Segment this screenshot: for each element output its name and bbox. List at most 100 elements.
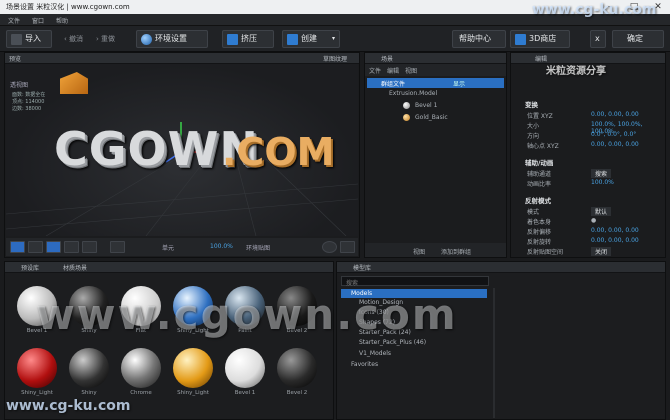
scene-item-group-badge: 显示 bbox=[453, 81, 466, 88]
scene-footer: 视图 添加到群组 bbox=[365, 243, 506, 257]
vertices-label: 顶点 bbox=[12, 99, 23, 105]
menu-window[interactable]: 窗口 bbox=[32, 16, 44, 25]
env-map-toggle[interactable]: 环境贴图 bbox=[246, 243, 270, 252]
environment-button[interactable]: 环境设置 bbox=[136, 30, 208, 48]
extrude-button[interactable]: 挤压 bbox=[222, 30, 274, 48]
position-value[interactable]: 0.00, 0.00, 0.00 bbox=[591, 111, 639, 118]
viewport-toolbar: 单元 100.0% 环境贴图 bbox=[6, 238, 358, 256]
scale-icon[interactable] bbox=[82, 241, 97, 253]
unit-select[interactable]: 单元 bbox=[162, 243, 174, 252]
scene-item-gold[interactable]: Gold_Basic bbox=[367, 113, 504, 123]
scene-panel: 场景 文件 编辑 视图 群组文件 显示 Extrusion.Model Beve… bbox=[364, 52, 507, 258]
folder-icon bbox=[11, 34, 22, 45]
toolbar: 导入 ‹ 撤消 › 重做 环境设置 挤压 创建 ▾ 帮助中心 3D商店 x 确定 bbox=[0, 26, 670, 52]
redo-label: 重做 bbox=[101, 35, 116, 43]
view-mode-select[interactable]: 透视图 bbox=[10, 80, 28, 89]
redo-button[interactable]: › 重做 bbox=[96, 34, 115, 44]
import-label: 导入 bbox=[25, 34, 41, 43]
scene-item-bevel[interactable]: Bevel 1 bbox=[367, 101, 504, 111]
reflect-offset-value[interactable]: 0.00, 0.00, 0.00 bbox=[591, 227, 639, 234]
preset-library-panel: 预设库 材质场景 Bevel 1 Shiny Flat Shiny_Light Pain… bbox=[4, 261, 334, 420]
add-to-group-button[interactable]: 添加到群组 bbox=[441, 247, 471, 256]
ok-label: 确定 bbox=[627, 34, 643, 43]
scene-tab[interactable]: 场景 bbox=[381, 54, 393, 63]
menu-file[interactable]: 文件 bbox=[8, 16, 20, 25]
scene-item-gold-label: Gold_Basic bbox=[415, 114, 448, 121]
tab-material-scene[interactable]: 材质场景 bbox=[63, 263, 87, 272]
select-arrow-icon[interactable] bbox=[28, 241, 43, 253]
library-header: 预设库 材质场景 bbox=[5, 262, 333, 273]
models-search-input[interactable]: 搜索 bbox=[341, 276, 489, 287]
scene-item-extrusion[interactable]: Extrusion.Model bbox=[367, 89, 504, 99]
edges-value: 38000 bbox=[25, 106, 42, 112]
tab-presets[interactable]: 预设库 bbox=[21, 263, 39, 272]
mode-select[interactable]: 默认 bbox=[591, 207, 612, 216]
ok-button[interactable]: 确定 bbox=[612, 30, 664, 48]
undo-button[interactable]: ‹ 撤消 bbox=[64, 34, 83, 44]
scene-item-group[interactable]: 群组文件 显示 bbox=[367, 78, 504, 88]
models-header: 模型库 bbox=[337, 262, 665, 273]
rotate-icon[interactable] bbox=[64, 241, 79, 253]
tab-models[interactable]: 模型库 bbox=[353, 263, 371, 272]
align-icon[interactable] bbox=[110, 241, 125, 253]
size-label: 大小 bbox=[527, 123, 540, 130]
reflect-rotation-value[interactable]: 0.00, 0.00, 0.00 bbox=[591, 237, 639, 244]
sketch-texture-label[interactable]: 草图纹理 bbox=[323, 54, 347, 63]
preview-tab[interactable]: 预览 bbox=[9, 54, 21, 63]
material-ball[interactable] bbox=[277, 348, 317, 388]
scene-view-button[interactable]: 视图 bbox=[413, 247, 425, 256]
reflect-space-select[interactable]: 关闭 bbox=[591, 247, 612, 256]
store-button[interactable]: 3D商店 bbox=[510, 30, 570, 48]
menu-help[interactable]: 帮助 bbox=[56, 16, 68, 25]
material-ball[interactable] bbox=[17, 348, 57, 388]
reflect-section-title[interactable]: 反射模式 bbox=[525, 195, 551, 205]
anim-value[interactable]: 100.0% bbox=[591, 179, 614, 186]
model-library-panel: 模型库 搜索 Models Motion_Design Icons (30) S… bbox=[336, 261, 666, 420]
store-label: 3D商店 bbox=[529, 34, 557, 43]
tree-item-starter-pack-plus[interactable]: Starter_Pack_Plus (46) bbox=[359, 339, 426, 346]
monitor-icon[interactable] bbox=[340, 241, 355, 253]
scene-menu-file[interactable]: 文件 bbox=[369, 66, 381, 75]
position-label: 位置 XYZ bbox=[527, 113, 553, 120]
watermark-mid: www.cgown.com bbox=[36, 290, 458, 339]
zoom-value[interactable]: 100.0% bbox=[210, 243, 233, 250]
assist-section-title[interactable]: 辅助/动画 bbox=[525, 157, 553, 167]
material-ball-icon bbox=[403, 102, 410, 109]
direction-label: 方向 bbox=[527, 133, 540, 140]
viewport-canvas[interactable]: 透视图 面数: 数据全在 顶点: 114000 边数: 38000 CGOWN … bbox=[6, 64, 358, 236]
faces-label: 面数 bbox=[12, 92, 23, 98]
undo-label: 撤消 bbox=[69, 35, 84, 43]
cancel-x-button[interactable]: x bbox=[590, 30, 606, 48]
store-icon bbox=[515, 34, 526, 45]
material-label: Shiny bbox=[81, 390, 97, 396]
chevron-down-icon: ▾ bbox=[331, 35, 335, 42]
tree-item-v1-models[interactable]: V1_Models bbox=[359, 350, 391, 357]
direction-value[interactable]: 0.0°, 0.0°, 0.0° bbox=[591, 131, 636, 138]
cube-icon bbox=[287, 34, 298, 45]
window-title: 场景设置 米粒汉化 | www.cgown.com bbox=[6, 3, 130, 11]
tree-item-favorites[interactable]: Favorites bbox=[351, 361, 378, 368]
material-ball[interactable] bbox=[121, 348, 161, 388]
pivot-value[interactable]: 0.00, 0.00, 0.00 bbox=[591, 141, 639, 148]
scene-menu-view[interactable]: 视图 bbox=[405, 66, 417, 75]
reflect-offset-label: 反射偏移 bbox=[527, 229, 552, 236]
cancel-x-label: x bbox=[595, 34, 600, 43]
scene-menu-edit[interactable]: 编辑 bbox=[387, 66, 399, 75]
help-center-button[interactable]: 帮助中心 bbox=[452, 30, 506, 48]
import-button[interactable]: 导入 bbox=[6, 30, 52, 48]
color-swatch[interactable]: ● bbox=[591, 217, 596, 224]
record-icon[interactable] bbox=[322, 241, 337, 253]
material-ball[interactable] bbox=[173, 348, 213, 388]
camera-icon[interactable] bbox=[10, 241, 25, 253]
material-ball[interactable] bbox=[69, 348, 109, 388]
assist-select[interactable]: 搜索 bbox=[591, 169, 612, 178]
mode-label: 模式 bbox=[527, 209, 540, 216]
extruded-text-suffix[interactable]: .COM bbox=[222, 130, 334, 174]
transform-section-title[interactable]: 变换 bbox=[525, 99, 538, 109]
material-ball[interactable] bbox=[225, 348, 265, 388]
scene-item-bevel-label: Bevel 1 bbox=[415, 102, 438, 109]
move-icon[interactable] bbox=[46, 241, 61, 253]
vertices-value: 114000 bbox=[25, 99, 45, 105]
environment-label: 环境设置 bbox=[155, 34, 187, 43]
create-button[interactable]: 创建 ▾ bbox=[282, 30, 340, 48]
